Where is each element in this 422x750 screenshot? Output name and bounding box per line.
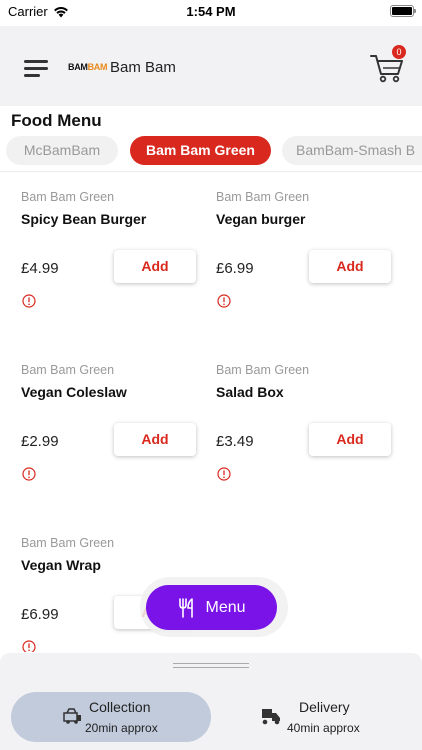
- delivery-time: 40min approx: [287, 721, 360, 735]
- add-to-cart-button[interactable]: Add: [114, 423, 196, 456]
- product-name: Vegan Coleslaw: [21, 384, 127, 400]
- app-header: BAMBAM Bam Bam 0: [0, 26, 422, 106]
- product-name: Vegan burger: [216, 211, 306, 227]
- fork-knife-icon: [179, 597, 194, 618]
- status-bar: Carrier 1:54 PM: [0, 0, 422, 26]
- product-category: Bam Bam Green: [21, 536, 115, 550]
- product-category: Bam Bam Green: [216, 190, 310, 204]
- menu-button-label: Menu: [205, 598, 246, 616]
- product-price: £4.99: [21, 260, 59, 277]
- page-title: Food Menu: [11, 111, 102, 130]
- cart-count-badge: 0: [392, 45, 406, 59]
- tab-bam-bam-green[interactable]: Bam Bam Green: [130, 136, 271, 165]
- store-name: Bam Bam: [110, 59, 176, 76]
- delivery-option[interactable]: Delivery 40min approx: [220, 692, 420, 742]
- battery-icon: [390, 5, 416, 17]
- info-icon[interactable]: [217, 294, 231, 308]
- product-price: £2.99: [21, 433, 59, 450]
- info-icon[interactable]: [22, 294, 36, 308]
- collection-option[interactable]: Collection 20min approx: [11, 692, 211, 742]
- category-tabs: McBamBam Bam Bam Green BamBam-Smash B: [6, 136, 422, 166]
- store-pickup-icon: [63, 708, 81, 724]
- clock: 1:54 PM: [186, 4, 236, 19]
- tab-bambam-smash[interactable]: BamBam-Smash B: [282, 136, 422, 165]
- product-price: £6.99: [21, 606, 59, 623]
- product-card: Bam Bam Green Vegan Coleslaw £2.99 Add: [21, 363, 211, 523]
- delivery-title: Delivery: [299, 699, 350, 715]
- info-icon[interactable]: [217, 467, 231, 481]
- product-card: Bam Bam Green Vegan burger £6.99 Add: [216, 190, 406, 350]
- product-name: Salad Box: [216, 384, 284, 400]
- info-icon[interactable]: [22, 467, 36, 481]
- info-icon[interactable]: [22, 640, 36, 652]
- product-card: Bam Bam Green Salad Box £3.49 Add: [216, 363, 406, 523]
- product-price: £6.99: [216, 260, 254, 277]
- collection-time: 20min approx: [85, 721, 158, 735]
- delivery-scooter-icon: [262, 709, 280, 725]
- product-name: Vegan Wrap: [21, 557, 101, 573]
- product-name: Spicy Bean Burger: [21, 211, 147, 227]
- product-card: Bam Bam Green Spicy Bean Burger £4.99 Ad…: [21, 190, 211, 350]
- product-category: Bam Bam Green: [21, 190, 115, 204]
- add-to-cart-button[interactable]: Add: [309, 250, 391, 283]
- brand-logo: BAMBAM: [68, 62, 108, 72]
- menu-button[interactable]: Menu: [146, 585, 277, 630]
- add-to-cart-button[interactable]: Add: [309, 423, 391, 456]
- tab-mcbambam[interactable]: McBamBam: [6, 136, 118, 165]
- collection-title: Collection: [89, 699, 151, 715]
- drag-handle[interactable]: [173, 663, 249, 668]
- product-category: Bam Bam Green: [21, 363, 115, 377]
- product-price: £3.49: [216, 433, 254, 450]
- add-to-cart-button[interactable]: Add: [114, 250, 196, 283]
- order-mode-sheet: Collection 20min approx Delivery 40min a…: [0, 653, 422, 750]
- hamburger-menu-icon[interactable]: [24, 60, 48, 78]
- product-category: Bam Bam Green: [216, 363, 310, 377]
